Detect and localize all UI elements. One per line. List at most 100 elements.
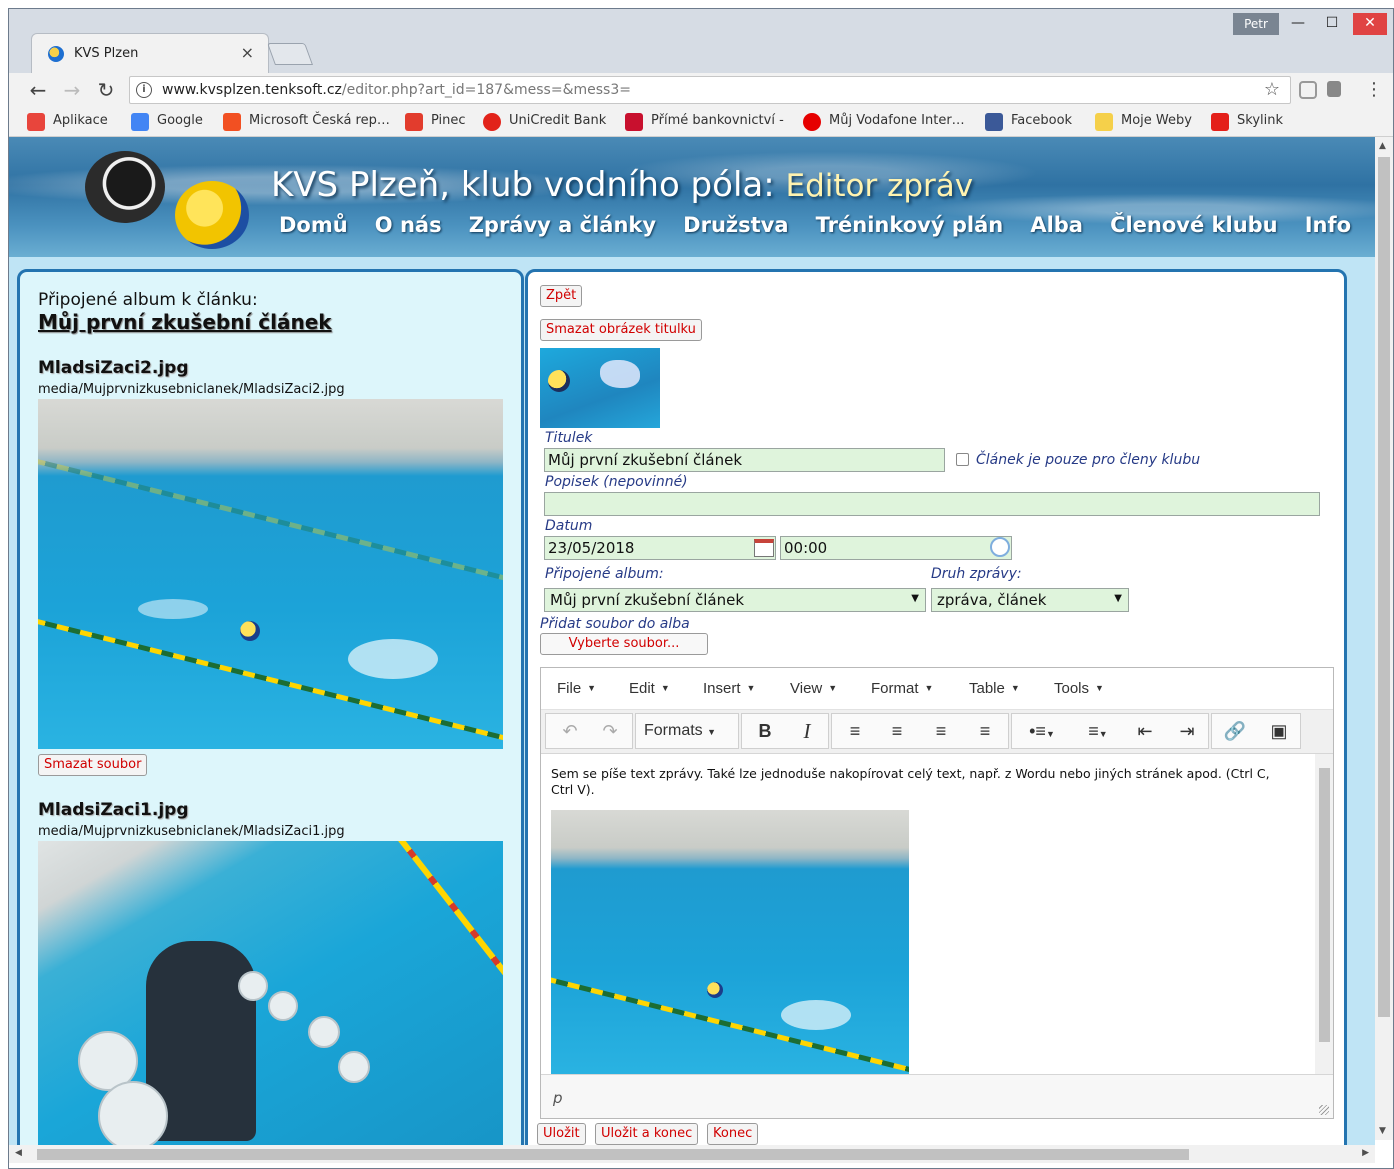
menu-view[interactable]: View ▼ <box>790 680 837 697</box>
editor-toolbar: ↶ ↷ Formats ▼ B I ≡ ≡ ≡ ≡ •≡▼ ≡▼ ⇤ ⇥ 🔗 ▣ <box>541 710 1333 754</box>
page-viewport: KVS Plzeň, klub vodního póla: Editor zpr… <box>9 137 1375 1147</box>
members-only-checkbox[interactable] <box>956 453 969 466</box>
nav-clenove[interactable]: Členové klubu <box>1110 213 1278 237</box>
align-center-icon[interactable]: ≡ <box>878 714 916 748</box>
delete-title-image-button[interactable]: Smazat obrázek titulku <box>540 319 702 341</box>
bookmark-item[interactable]: Google <box>157 113 203 128</box>
nav-info[interactable]: Info <box>1305 213 1351 237</box>
page-vertical-scrollbar[interactable]: ▲ ▼ <box>1375 137 1393 1140</box>
calendar-icon[interactable] <box>754 539 774 557</box>
editor-text: Sem se píše text zprávy. Také lze jednod… <box>551 766 1270 797</box>
site-favicon-icon <box>48 46 64 62</box>
menu-format[interactable]: Format ▼ <box>871 680 933 697</box>
microsoft-icon <box>223 113 241 131</box>
site-subtitle: Editor zpráv <box>785 168 974 204</box>
close-editor-button[interactable]: Konec <box>707 1123 759 1145</box>
delete-file-button[interactable]: Smazat soubor <box>38 754 148 776</box>
align-left-icon[interactable]: ≡ <box>836 714 874 748</box>
align-justify-icon[interactable]: ≡ <box>966 714 1004 748</box>
editor-scrollbar[interactable] <box>1315 754 1333 1074</box>
extension-icon[interactable] <box>1299 81 1317 99</box>
bookmark-item[interactable]: Můj Vodafone Inter… <box>829 113 965 128</box>
date-input[interactable]: 23/05/2018 <box>544 536 776 560</box>
vodafone-icon <box>803 113 821 131</box>
nav-o-nas[interactable]: O nás <box>375 213 442 237</box>
chevron-down-icon: ▼ <box>911 593 919 604</box>
close-window-icon[interactable]: ✕ <box>1353 13 1387 35</box>
type-label: Druh zprávy: <box>931 566 1022 582</box>
album-select[interactable]: Můj první zkušební článek ▼ <box>544 588 926 612</box>
bookmark-item[interactable]: Moje Weby <box>1121 113 1192 128</box>
resize-grip-icon[interactable] <box>1319 1105 1329 1115</box>
bookmark-star-icon[interactable]: ☆ <box>1264 79 1280 100</box>
align-right-icon[interactable]: ≡ <box>922 714 960 748</box>
nav-druzstva[interactable]: Družstva <box>683 213 788 237</box>
bookmark-item[interactable]: Aplikace <box>53 113 108 128</box>
bookmark-item[interactable]: Skylink <box>1237 113 1283 128</box>
bookmark-item[interactable]: Facebook <box>1011 113 1072 128</box>
members-only-label: Článek je pouze pro členy klubu <box>976 452 1201 468</box>
minimize-icon[interactable]: — <box>1281 13 1315 35</box>
numbered-list-icon[interactable]: ≡▼ <box>1072 714 1124 748</box>
menu-tools[interactable]: Tools ▼ <box>1054 680 1104 697</box>
nav-zpravy[interactable]: Zprávy a články <box>469 213 656 237</box>
save-button[interactable]: Uložit <box>537 1123 586 1145</box>
bold-icon[interactable]: B <box>746 714 784 748</box>
nav-alba[interactable]: Alba <box>1030 213 1083 237</box>
menu-file[interactable]: File ▼ <box>557 680 596 697</box>
back-arrow-icon[interactable]: ← <box>25 77 51 103</box>
new-tab-button[interactable] <box>266 43 314 65</box>
bookmark-item[interactable]: Pinec <box>431 113 466 128</box>
forward-arrow-icon[interactable]: → <box>59 77 85 103</box>
indent-icon[interactable]: ⇥ <box>1168 714 1206 748</box>
menu-edit[interactable]: Edit ▼ <box>629 680 670 697</box>
outdent-icon[interactable]: ⇤ <box>1126 714 1164 748</box>
menu-table[interactable]: Table ▼ <box>969 680 1020 697</box>
maximize-icon[interactable]: ☐ <box>1315 13 1349 35</box>
album-title-link[interactable]: Můj první zkušební článek <box>38 310 332 334</box>
editor-statusbar: p <box>541 1074 1333 1118</box>
folder-icon <box>1095 113 1113 131</box>
pinec-icon <box>405 113 423 131</box>
back-button[interactable]: Zpět <box>540 285 583 307</box>
title-input[interactable]: Můj první zkušební článek <box>544 448 945 472</box>
reload-icon[interactable]: ↻ <box>93 77 119 103</box>
bookmark-item[interactable]: UniCredit Bank <box>509 113 606 128</box>
editor-inline-image[interactable] <box>551 810 909 1074</box>
save-and-close-button[interactable]: Uložit a konec <box>595 1123 699 1145</box>
tab-kvs-plzen[interactable]: KVS Plzen × <box>31 33 269 73</box>
time-input[interactable]: 00:00 <box>780 536 1012 560</box>
tab-close-icon[interactable]: × <box>241 43 254 62</box>
title-label: Titulek <box>545 430 593 446</box>
file-path: media/Mujprvnizkusebniclanek/MladsiZaci1… <box>38 824 345 839</box>
title-image-thumbnail <box>540 348 660 428</box>
page-horizontal-scrollbar[interactable]: ◀ ▶ <box>9 1145 1375 1163</box>
scroll-down-icon: ▼ <box>1379 1126 1386 1136</box>
element-path[interactable]: p <box>553 1089 563 1107</box>
site-info-icon[interactable]: i <box>136 82 152 98</box>
bullet-list-icon[interactable]: •≡▼ <box>1016 714 1068 748</box>
album-label: Připojené album: <box>545 566 664 582</box>
choose-file-button[interactable]: Vyberte soubor... <box>540 633 708 655</box>
caption-input[interactable] <box>544 492 1320 516</box>
menu-insert[interactable]: Insert ▼ <box>703 680 755 697</box>
redo-icon[interactable]: ↷ <box>592 714 628 748</box>
clock-icon[interactable] <box>990 537 1010 557</box>
bookmark-item[interactable]: Microsoft Česká rep… <box>249 113 390 128</box>
undo-icon[interactable]: ↶ <box>552 714 588 748</box>
more-menu-icon[interactable]: ⋮ <box>1361 77 1387 103</box>
tab-title: KVS Plzen <box>74 46 139 61</box>
italic-icon[interactable]: I <box>788 714 826 748</box>
bookmark-item[interactable]: Přímé bankovnictví - <box>651 113 784 128</box>
address-bar[interactable]: i www.kvsplzen.tenksoft.cz/editor.php?ar… <box>129 76 1291 104</box>
editor-content-area[interactable]: Sem se píše text zprávy. Také lze jednod… <box>541 754 1315 1074</box>
type-select[interactable]: zpráva, článek ▼ <box>931 588 1129 612</box>
flag-icon[interactable] <box>1327 81 1341 97</box>
nav-domu[interactable]: Domů <box>279 213 348 237</box>
image-icon[interactable]: ▣ <box>1260 714 1298 748</box>
link-icon[interactable]: 🔗 <box>1216 714 1254 748</box>
profile-badge[interactable]: Petr <box>1233 13 1279 35</box>
formats-dropdown[interactable]: Formats ▼ <box>644 714 736 748</box>
nav-treninkovy-plan[interactable]: Tréninkový plán <box>816 213 1004 237</box>
water-polo-ball-image <box>175 181 249 249</box>
